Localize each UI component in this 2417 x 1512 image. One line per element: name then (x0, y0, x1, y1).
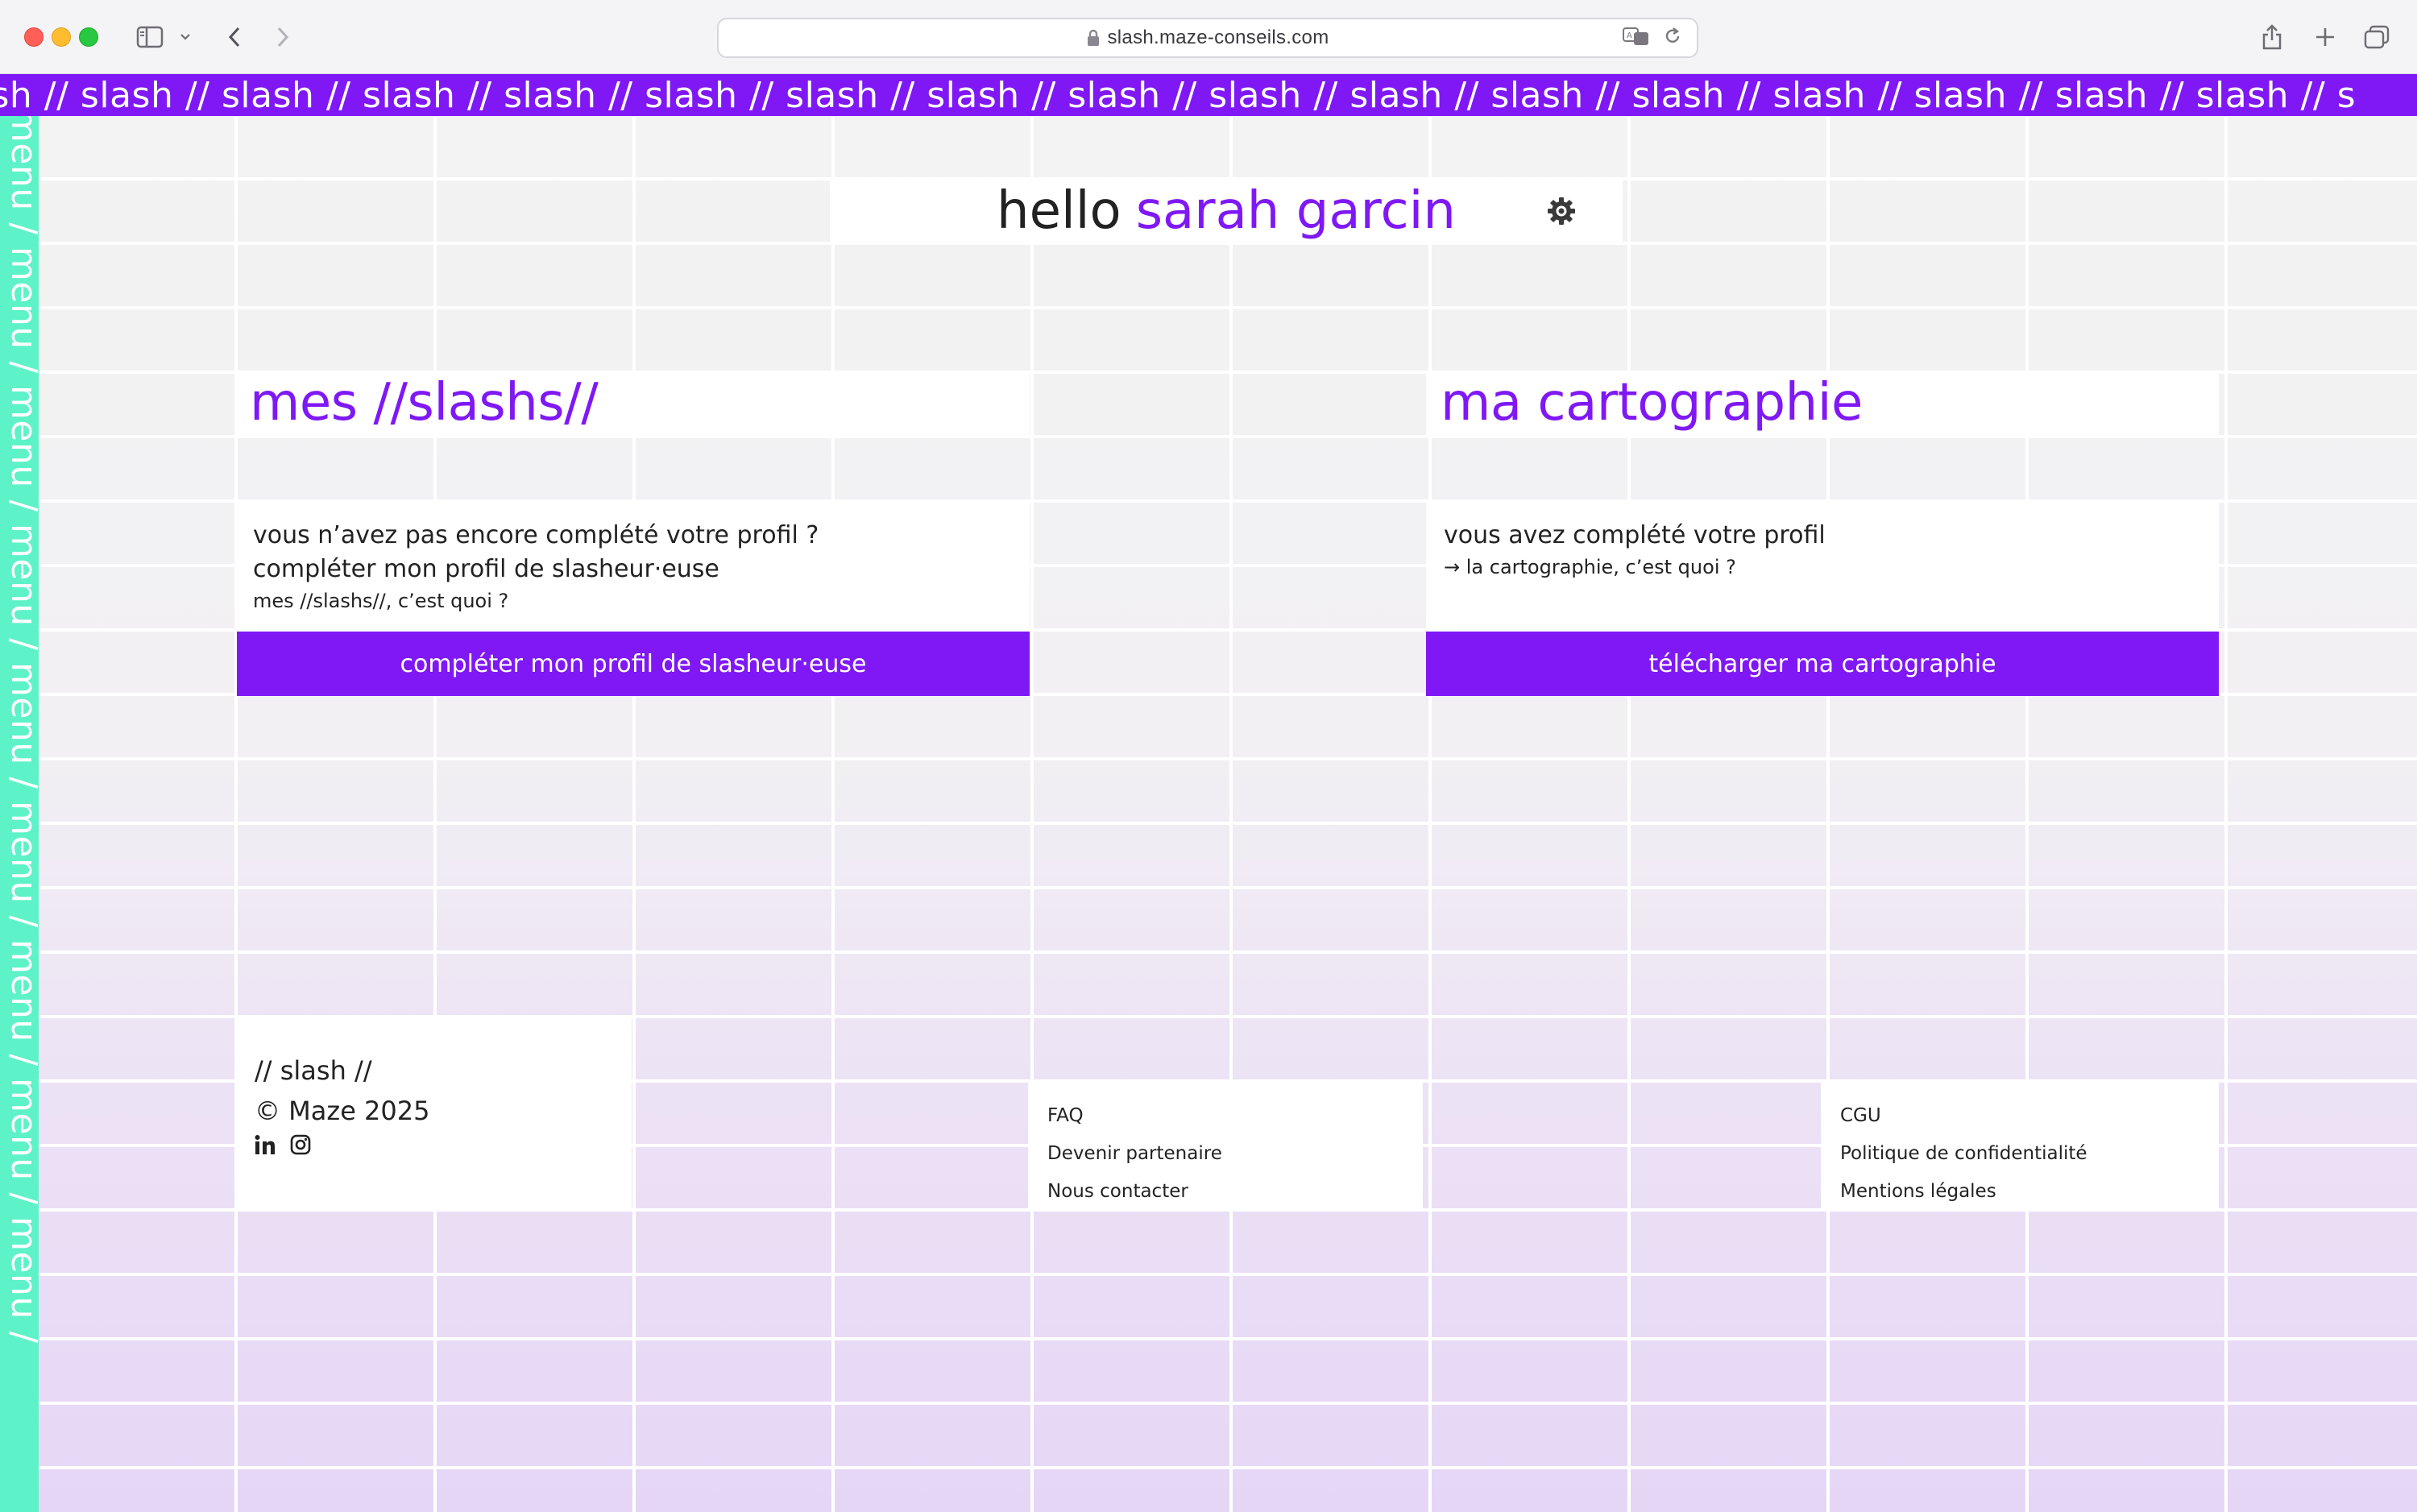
grid-background (39, 116, 2417, 1512)
privacy-link[interactable]: Politique de confidentialité (1840, 1135, 2199, 1173)
footer-links-right: CGU Politique de confidentialité Mention… (1821, 1079, 2219, 1208)
svg-text:A: A (1627, 31, 1632, 40)
side-menu-item[interactable]: menu / (3, 939, 39, 1078)
marquee-item: slash // (1478, 74, 1620, 116)
marquee-item: slash // (1619, 74, 1761, 116)
settings-button[interactable] (1544, 193, 1579, 229)
linkedin-icon[interactable] (255, 1134, 276, 1155)
side-menu[interactable]: menu / menu / menu / menu / menu / menu … (0, 116, 39, 1512)
zoom-window-button[interactable] (79, 27, 98, 47)
side-menu-item[interactable]: menu / (3, 662, 39, 801)
download-cartographie-button[interactable]: télécharger ma cartographie (1426, 632, 2219, 696)
slashs-what-link[interactable]: mes //slashs//, c’est quoi ? (253, 586, 1012, 615)
marquee-item: slash // (1337, 74, 1479, 116)
complete-profile-button[interactable]: compléter mon profil de slasheur·euse (237, 632, 1030, 696)
marquee-item: slash // (209, 74, 351, 116)
reload-icon[interactable] (1663, 26, 1682, 47)
instagram-icon[interactable] (290, 1134, 311, 1155)
marquee-item: slash // (350, 74, 492, 116)
marquee-item: slash // (773, 74, 915, 116)
new-tab-icon[interactable] (2309, 18, 2341, 56)
address-bar[interactable]: slash.maze-conseils.com A (717, 18, 1698, 58)
marquee-item: slash // (914, 74, 1056, 116)
side-menu-item[interactable]: menu / (3, 246, 39, 385)
url-text: slash.maze-conseils.com (1107, 27, 1329, 48)
greeting: hello sarah garcin (830, 179, 1623, 243)
marquee-item: slash // (1761, 74, 1903, 116)
forward-arrow-icon[interactable] (271, 18, 295, 56)
tab-overview-icon[interactable] (2361, 18, 2393, 56)
footer-copyright: © Maze 2025 (255, 1096, 430, 1126)
lock-icon (1087, 29, 1099, 46)
side-menu-item[interactable]: menu / (3, 1078, 39, 1216)
side-menu-item[interactable]: menu / (3, 1216, 39, 1355)
legal-link[interactable]: Mentions légales (1840, 1173, 2199, 1211)
greeting-hello: hello (997, 181, 1121, 241)
translate-icon[interactable]: A (1623, 26, 1650, 47)
close-window-button[interactable] (24, 27, 44, 47)
slashs-status-text: vous n’avez pas encore complété votre pr… (253, 521, 819, 549)
marquee-item: slash // (1196, 74, 1338, 116)
side-menu-item[interactable]: menu / (3, 116, 39, 246)
marquee-item: slash // (491, 74, 633, 116)
marquee-item: s (2325, 74, 2357, 116)
marquee-item: slash // (2184, 74, 2326, 116)
marquee-item: slash // (1055, 74, 1197, 116)
faq-link[interactable]: FAQ (1047, 1097, 1403, 1135)
side-menu-item[interactable]: menu / (3, 801, 39, 939)
marquee-item: slash // (2043, 74, 2185, 116)
browser-toolbar: slash.maze-conseils.com A (0, 0, 2417, 74)
footer-brand-name: // slash // (255, 1055, 372, 1086)
back-arrow-icon[interactable] (222, 18, 247, 56)
cartographie-info-card: vous avez complété votre profil → la car… (1426, 499, 2219, 632)
chevron-down-icon[interactable] (177, 18, 193, 56)
slashs-info-card: vous n’avez pas encore complété votre pr… (235, 499, 1030, 632)
cartographie-status-text: vous avez complété votre profil (1444, 521, 1826, 549)
cgu-link[interactable]: CGU (1840, 1097, 2199, 1135)
minimize-window-button[interactable] (52, 27, 71, 47)
slash-marquee: sh // slash // slash // slash // slash /… (0, 74, 2417, 116)
gear-icon (1548, 197, 1575, 225)
marquee-item: slash // (68, 74, 210, 116)
slashs-title: mes //slashs// (235, 371, 1030, 435)
marquee-item: slash // (632, 74, 774, 116)
cartographie-title: ma cartographie (1426, 371, 2219, 435)
slashs-complete-link[interactable]: compléter mon profil de slasheur·euse (253, 553, 1012, 586)
marquee-item: slash // (1902, 74, 2044, 116)
user-name: sarah garcin (1135, 181, 1456, 241)
sidebar-toggle-icon[interactable] (134, 18, 166, 56)
side-menu-item[interactable]: menu / (3, 524, 39, 662)
footer-links-left: FAQ Devenir partenaire Nous contacter (1028, 1079, 1423, 1208)
marquee-item: sh // (0, 74, 69, 116)
partner-link[interactable]: Devenir partenaire (1047, 1135, 1403, 1173)
footer-brand: // slash // © Maze 2025 (235, 1017, 632, 1208)
share-icon[interactable] (2256, 18, 2288, 56)
side-menu-item[interactable]: menu / (3, 385, 39, 524)
cartographie-what-link[interactable]: → la cartographie, c’est quoi ? (1444, 553, 2201, 582)
contact-link[interactable]: Nous contacter (1047, 1173, 1403, 1211)
